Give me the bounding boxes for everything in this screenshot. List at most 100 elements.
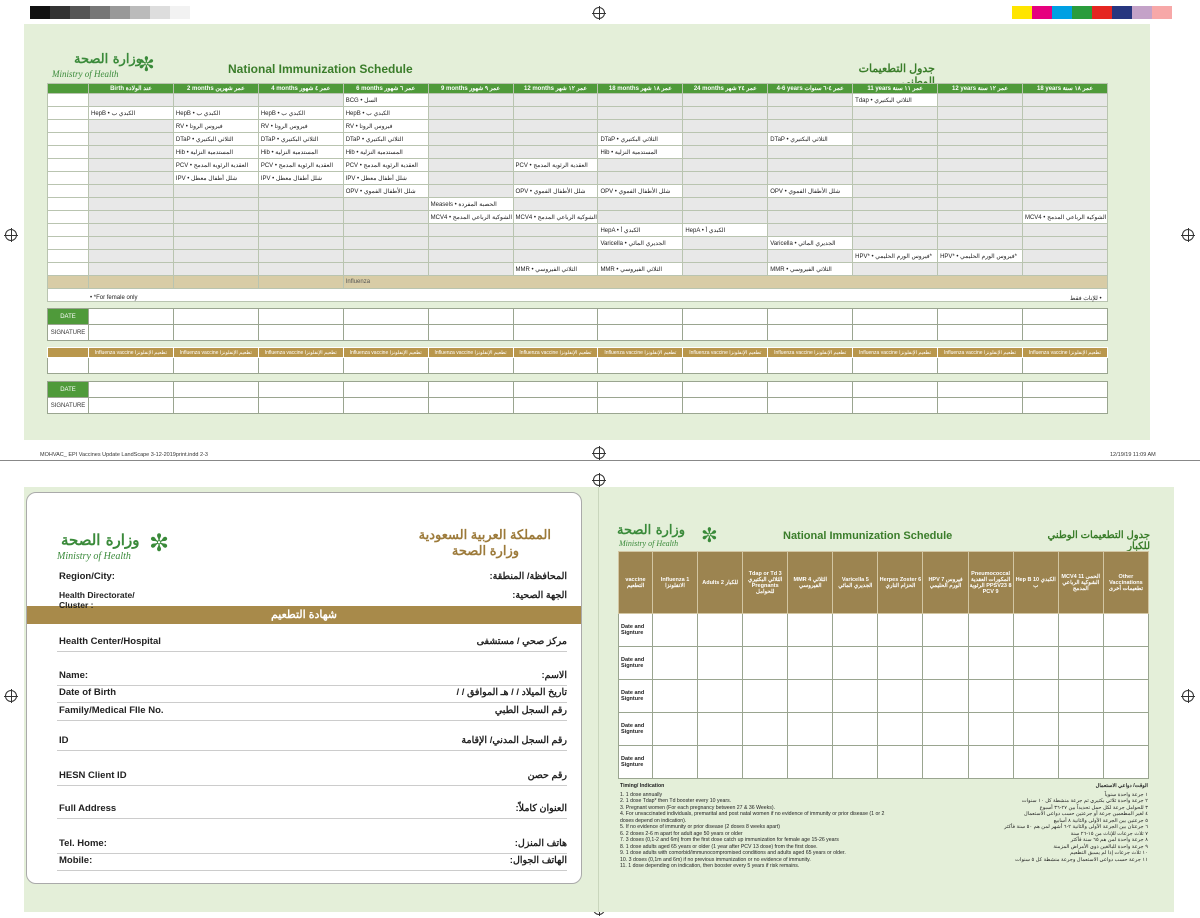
adult-entry-cell — [922, 646, 969, 680]
vaccine-cell: RV • فيروس الروتا — [342, 119, 429, 133]
influenza-vaccine-header: Influenza vaccine تطعيم الإنفلونزا — [852, 347, 939, 358]
schedule-row: BCG • السل Tdap • الثلاثي البكتيري — [47, 93, 1109, 107]
empty-cell — [88, 171, 174, 185]
empty-cell — [88, 210, 174, 224]
row-label-cell — [47, 210, 89, 224]
vaccine-cell: OPV • شلل الأطفال الفموي — [597, 184, 684, 198]
entry-cell — [682, 324, 769, 341]
adult-entry-cell — [1057, 646, 1104, 680]
adult-schedule-table: vaccine التطعيم Influenza 1 الانفلونزا Adu… — [618, 551, 1150, 779]
row-label-cell — [47, 223, 89, 237]
empty-cell — [512, 132, 599, 146]
crop-line — [0, 460, 1200, 461]
empty-cell — [1021, 158, 1109, 172]
row-label-cell — [47, 132, 89, 146]
adult-entry-cell — [1102, 712, 1150, 746]
influenza-vaccine-header: Influenza vaccine تطعيم الإنفلونزا — [682, 347, 769, 358]
empty-cell — [257, 210, 344, 224]
cert-field-line — [57, 870, 567, 871]
adult-entry-cell — [877, 712, 924, 746]
entry-cell — [342, 324, 429, 341]
date-signature-table-2: DATE SIGNATURE — [47, 381, 1109, 414]
entry-cell — [342, 381, 429, 398]
color-bar-left — [30, 6, 190, 19]
vaccine-cell: IPV • شلل أطفال معطل — [342, 171, 429, 185]
empty-cell — [88, 93, 174, 107]
entry-cell — [852, 381, 939, 398]
adult-vaccine-header: HPV 7 فيروس الورم الحليمي — [922, 551, 969, 614]
cert-field-line — [57, 720, 567, 721]
date-signature-label: Date and Signture — [618, 613, 653, 647]
schedule-row: HPV* • فيروس الورم الحليمي* HPV* • فيروس … — [47, 249, 1109, 263]
schedule-row: OPV • شلل الأطفال الفموي OPV • شلل الأطفا… — [47, 184, 1109, 198]
vaccine-cell: PCV • العقدية الرئوية المدمج — [257, 158, 344, 172]
entry-cell — [682, 308, 769, 325]
empty-cell — [852, 132, 939, 146]
influenza-entry-cell — [427, 357, 514, 374]
influenza-vaccine-header: Influenza vaccine تطعيم الإنفلونزا — [597, 347, 684, 358]
adult-entry-cell — [742, 613, 789, 647]
adult-entry-cell — [651, 712, 699, 746]
cert-field-label-en: Health Center/Hospital — [59, 636, 161, 647]
empty-cell — [88, 223, 174, 237]
logo-english: Ministry of Health — [52, 69, 119, 79]
empty-cell — [597, 249, 684, 263]
empty-cell — [682, 158, 769, 172]
empty-cell — [937, 236, 1023, 250]
empty-cell — [342, 197, 429, 211]
empty-cell — [1021, 171, 1109, 185]
empty-cell — [88, 145, 174, 159]
entry-cell — [427, 381, 514, 398]
entry-cell — [257, 397, 344, 414]
registration-mark-icon — [1181, 228, 1195, 242]
cert-field-label-en: HESN Client ID — [59, 770, 127, 781]
date-signature-row: SIGNATURE — [47, 324, 1109, 341]
logo-arabic: وزارة الصحة — [61, 531, 140, 549]
entry-cell — [88, 397, 174, 414]
adult-entry-cell — [967, 679, 1014, 713]
age-column-header: 18 months عمر ١٨ شهر — [597, 83, 684, 94]
cert-field-line — [57, 853, 567, 854]
empty-cell — [172, 93, 259, 107]
print-slug-file: MOHVAC_ EPI Vaccines Update LandScape 3-… — [40, 452, 208, 458]
row-label-cell — [47, 197, 89, 211]
influenza-vaccine-header: Influenza vaccine تطعيم الإنفلونزا — [1021, 347, 1109, 358]
vaccine-cell: IPV • شلل أطفال معطل — [172, 171, 259, 185]
empty-cell — [257, 236, 344, 250]
influenza-vaccine-header: Influenza vaccine تطعيم الإنفلونزا — [512, 347, 599, 358]
vaccine-cell: MCV4 • الحمى الشوكية الرباعي المدمج — [512, 210, 599, 224]
empty-cell — [597, 171, 684, 185]
empty-cell — [427, 119, 514, 133]
cert-field-line — [57, 785, 567, 786]
empty-cell — [767, 106, 854, 120]
empty-cell — [257, 93, 344, 107]
vaccine-cell: RV • فيروس الروتا — [257, 119, 344, 133]
schedule-title-en: National Immunization Schedule — [228, 62, 413, 76]
empty-cell — [1021, 262, 1109, 276]
adult-title-ar: جدول التطعيمات الوطني للكبار — [1047, 530, 1150, 552]
schedule-row: IPV • شلل أطفال معطل IPV • شلل أطفال معطل… — [47, 171, 1109, 185]
row-label-cell — [47, 171, 89, 185]
adult-entry-cell — [967, 646, 1014, 680]
adult-entry-cell — [967, 745, 1014, 779]
vaccine-cell: HepB • الكبدي ب — [342, 106, 429, 120]
adult-entry-cell — [697, 745, 744, 779]
empty-cell — [767, 145, 854, 159]
empty-cell — [172, 249, 259, 263]
entry-cell — [937, 308, 1023, 325]
empty-cell — [682, 171, 769, 185]
cert-field-label-en: Family/Medical FIle No. — [59, 705, 164, 716]
cert-field-label-ar: هاتف المنزل: — [514, 838, 567, 849]
date-signature-row: DATE — [47, 308, 1109, 325]
registration-mark-icon — [1181, 689, 1195, 703]
empty-cell — [937, 93, 1023, 107]
empty-cell — [937, 132, 1023, 146]
empty-cell — [427, 184, 514, 198]
age-column-header: Birth عند الولادة — [88, 83, 174, 94]
adult-entry-cell — [787, 646, 834, 680]
entry-cell — [767, 381, 854, 398]
adult-entry-cell — [697, 679, 744, 713]
row-label-cell — [47, 106, 89, 120]
age-column-header: 24 months عمر ٢٤ شهر — [682, 83, 769, 94]
cert-field-line — [57, 685, 567, 686]
